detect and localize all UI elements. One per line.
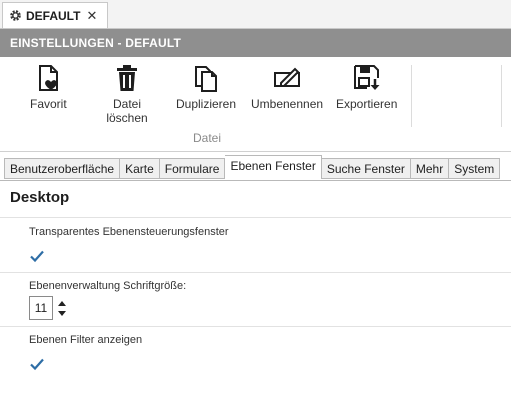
document-tab-label: DEFAULT [26, 8, 81, 23]
tab-suche-fenster[interactable]: Suche Fenster [321, 158, 411, 179]
ribbon-divider [501, 65, 502, 127]
font-size-stepper: 11 [29, 296, 69, 320]
settings-content: Desktop Transparentes Ebenensteuerungsfe… [0, 181, 511, 405]
divider [0, 217, 511, 218]
rename-button-label: Umbenennen [251, 97, 324, 111]
section-title: Desktop [10, 189, 70, 206]
duplicate-button[interactable]: Duplizieren [176, 63, 236, 111]
divider [0, 326, 511, 327]
gear-icon [10, 10, 21, 21]
stepper-down-icon[interactable] [58, 310, 66, 318]
transparent-window-checkbox[interactable] [29, 248, 45, 264]
setting-label-transparent-window: Transparentes Ebenensteuerungsfenster [29, 226, 229, 238]
tab-formulare[interactable]: Formulare [159, 158, 226, 179]
layer-filter-checkbox[interactable] [29, 356, 45, 372]
rename-button[interactable]: Umbenennen [251, 63, 323, 111]
tab-ebenen-fenster[interactable]: Ebenen Fenster [225, 155, 322, 179]
export-button[interactable]: Exportieren [336, 63, 397, 111]
close-icon[interactable]: ✕ [86, 8, 97, 24]
duplicate-button-label: Duplizieren [176, 97, 237, 111]
trash-icon [117, 65, 137, 91]
stepper-up-icon[interactable] [58, 299, 66, 307]
export-icon [353, 65, 380, 90]
tab-system[interactable]: System [449, 158, 501, 179]
tab-karte[interactable]: Karte [120, 158, 160, 179]
font-size-input[interactable]: 11 [29, 296, 53, 320]
settings-tab-bar: Benutzeroberfläche Karte Formulare Ebene… [4, 155, 501, 180]
favorite-file-icon [39, 65, 59, 91]
export-button-label: Exportieren [336, 97, 398, 111]
duplicate-icon [195, 66, 218, 92]
ribbon-group-label: Datei [193, 131, 222, 145]
rename-icon [274, 67, 301, 87]
delete-file-button-label: Datei löschen [106, 97, 148, 125]
document-tab-strip: DEFAULT ✕ [0, 0, 511, 29]
setting-label-layer-filter: Ebenen Filter anzeigen [29, 334, 143, 346]
settings-titlebar: EINSTELLUNGEN - DEFAULT [0, 29, 511, 57]
tab-mehr[interactable]: Mehr [410, 158, 450, 179]
setting-label-font-size: Ebenenverwaltung Schriftgröße: [29, 280, 187, 292]
ribbon-divider [411, 65, 412, 127]
favorite-button-label: Favorit [30, 97, 67, 111]
favorite-button[interactable]: Favorit [30, 63, 67, 111]
document-tab-default[interactable]: DEFAULT ✕ [2, 2, 108, 28]
divider [0, 272, 511, 273]
ribbon: Favorit Datei löschen Duplizieren Umbene… [0, 57, 511, 152]
delete-file-button[interactable]: Datei löschen [104, 63, 150, 125]
tab-benutzeroberflaeche[interactable]: Benutzeroberfläche [4, 158, 121, 179]
